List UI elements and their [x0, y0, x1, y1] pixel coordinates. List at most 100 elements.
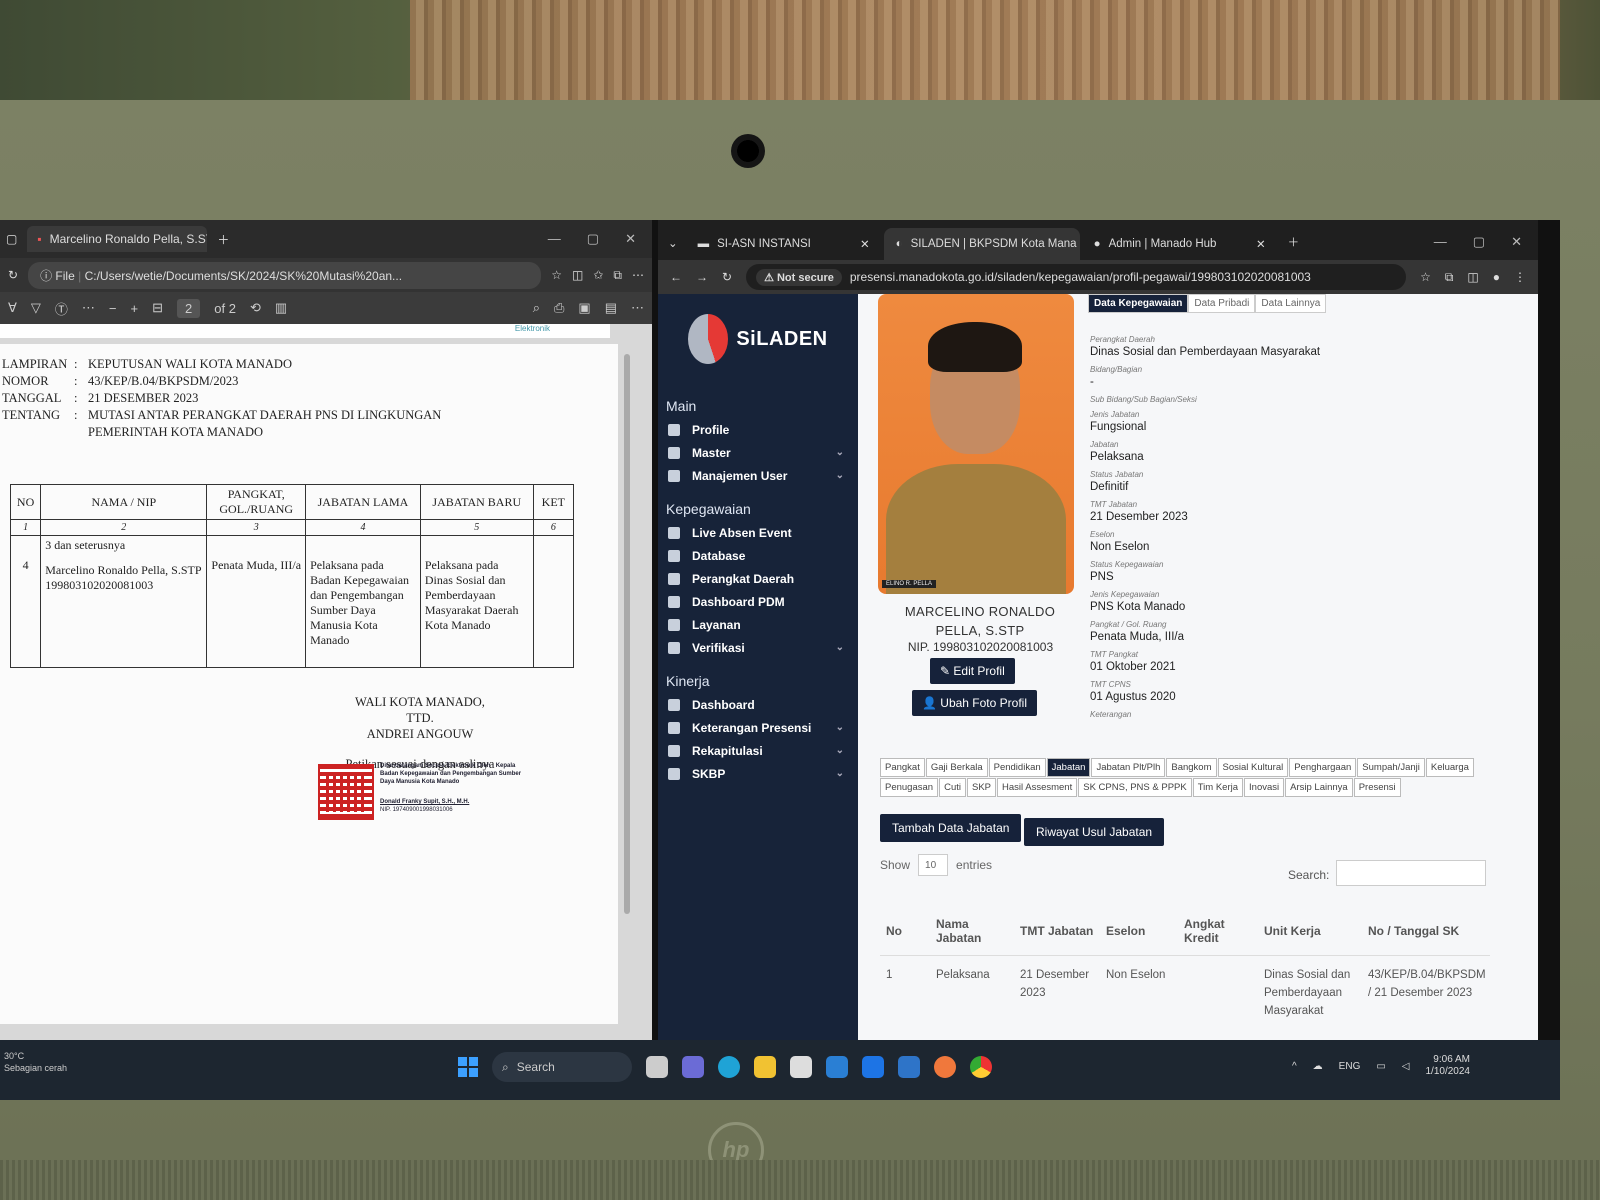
- refresh-icon[interactable]: ↻: [8, 268, 18, 282]
- filter-icon[interactable]: ▽: [31, 300, 41, 316]
- history-tab[interactable]: Arsip Lainnya: [1285, 778, 1353, 797]
- new-tab-icon[interactable]: ＋: [1280, 234, 1300, 260]
- pdf-url-field[interactable]: ⓘ File | C:/Users/wetie/Documents/SK/202…: [28, 261, 542, 289]
- history-tab[interactable]: Presensi: [1353, 778, 1401, 797]
- history-tab[interactable]: Bangkom: [1166, 758, 1217, 777]
- history-tab[interactable]: Keluarga: [1425, 758, 1474, 777]
- sidebar-item[interactable]: Database: [658, 544, 858, 567]
- zoom-in-icon[interactable]: +: [131, 301, 139, 316]
- menu-icon[interactable]: ⋮: [1514, 270, 1526, 284]
- save-as-icon[interactable]: ▤: [605, 300, 617, 316]
- address-bar[interactable]: ⚠ Not secure presensi.manadokota.go.id/s…: [746, 264, 1407, 290]
- chrome-icon[interactable]: [970, 1056, 992, 1078]
- browser-tab-active[interactable]: ◐SILADEN | BKPSDM Kota Mana✕: [883, 228, 1080, 260]
- history-tab[interactable]: Pangkat: [880, 758, 925, 777]
- file-explorer-icon[interactable]: [754, 1056, 776, 1078]
- windows-start-icon[interactable]: [458, 1057, 478, 1077]
- new-tab-icon[interactable]: ＋: [217, 231, 229, 248]
- tray-chevron-icon[interactable]: ^: [1292, 1061, 1297, 1072]
- more-icon[interactable]: ⋯: [632, 268, 644, 282]
- print-icon[interactable]: ⎙: [554, 300, 564, 316]
- browser-tab[interactable]: ● Admin | Manado Hub ✕: [1082, 228, 1278, 260]
- volume-icon[interactable]: ◁: [1402, 1061, 1410, 1072]
- save-icon[interactable]: ▣: [578, 300, 590, 316]
- sidebar-item[interactable]: Manajemen User ⌄: [658, 464, 858, 487]
- column-header[interactable]: No / Tanggal SK: [1362, 924, 1490, 938]
- favorite-icon[interactable]: ☆: [551, 268, 562, 282]
- sidebar-item[interactable]: Master ⌄: [658, 441, 858, 464]
- weather-widget[interactable]: 30°C Sebagian cerah: [4, 1050, 67, 1074]
- browser-tab[interactable]: ▬ SI-ASN INSTANSI ✕: [686, 228, 882, 260]
- sidebar-item[interactable]: Keterangan Presensi ⌄: [658, 716, 858, 739]
- chevron-down-icon[interactable]: ⌄: [836, 642, 858, 653]
- maximize-icon[interactable]: ▢: [1473, 234, 1485, 250]
- minimize-icon[interactable]: —: [548, 231, 561, 247]
- mail-icon[interactable]: [826, 1056, 848, 1078]
- close-tab-icon[interactable]: ✕: [1256, 237, 1266, 251]
- back-icon[interactable]: ←: [670, 270, 682, 284]
- history-tab[interactable]: Sosial Kultural: [1217, 758, 1289, 777]
- tab-actions-icon[interactable]: ▢: [6, 232, 17, 246]
- tab-data-lainnya[interactable]: Data Lainnya: [1255, 294, 1327, 313]
- zoom-out-icon[interactable]: −: [109, 301, 117, 316]
- sidebar-item[interactable]: Dashboard PDM: [658, 590, 858, 613]
- profile-icon[interactable]: ●: [1493, 270, 1500, 284]
- sidebar-item[interactable]: Verifikasi ⌄: [658, 636, 858, 659]
- favorites-icon[interactable]: ✩: [593, 268, 603, 282]
- history-tab[interactable]: Pendidikan: [988, 758, 1046, 777]
- history-tab[interactable]: SKP: [966, 778, 996, 797]
- collections-icon[interactable]: ⧉: [613, 268, 622, 283]
- split-screen-icon[interactable]: ◫: [572, 268, 583, 282]
- page-view-icon[interactable]: ▥: [275, 300, 287, 316]
- history-tab[interactable]: Gaji Berkala: [925, 758, 988, 777]
- app-icon[interactable]: [898, 1056, 920, 1078]
- store-icon[interactable]: [790, 1056, 812, 1078]
- highlight-icon[interactable]: ∀: [8, 300, 17, 316]
- sidebar-item[interactable]: SKBP ⌄: [658, 762, 858, 785]
- more-options-icon[interactable]: ⋯: [631, 300, 644, 316]
- cloud-icon[interactable]: ☁: [1313, 1061, 1323, 1072]
- sidebar-item[interactable]: Perangkat Daerah: [658, 567, 858, 590]
- column-header[interactable]: Angkat Kredit: [1178, 917, 1258, 945]
- chevron-down-icon[interactable]: ⌄: [836, 768, 858, 779]
- column-header[interactable]: Eselon: [1100, 924, 1178, 938]
- chevron-down-icon[interactable]: ⌄: [836, 447, 858, 458]
- position-history-button[interactable]: Riwayat Usul Jabatan: [1024, 818, 1165, 846]
- column-header[interactable]: Nama Jabatan: [930, 917, 1014, 945]
- siladen-logo[interactable]: SiLADEN: [658, 294, 858, 384]
- not-secure-badge[interactable]: ⚠ Not secure: [756, 268, 842, 286]
- history-tab[interactable]: Jabatan: [1046, 758, 1091, 777]
- entries-select[interactable]: 10: [918, 854, 949, 876]
- add-position-button[interactable]: Tambah Data Jabatan: [880, 814, 1022, 842]
- history-tab[interactable]: Penghargaan: [1289, 758, 1357, 777]
- sidebar-item[interactable]: Live Absen Event: [658, 521, 858, 544]
- taskbar-search[interactable]: ⌕ Search: [492, 1052, 632, 1082]
- text-icon[interactable]: Ⓣ: [55, 299, 68, 318]
- history-tab[interactable]: Jabatan Plt/Plh: [1091, 758, 1166, 777]
- fit-page-icon[interactable]: ⊟: [152, 300, 163, 316]
- chat-icon[interactable]: [682, 1056, 704, 1078]
- history-tab[interactable]: Penugasan: [880, 778, 939, 797]
- history-tab[interactable]: Hasil Assesment: [997, 778, 1078, 797]
- close-window-icon[interactable]: ✕: [1511, 234, 1522, 250]
- edit-profile-button[interactable]: ✎ Edit Profil: [930, 658, 1015, 684]
- column-header[interactable]: TMT Jabatan: [1014, 924, 1100, 938]
- reload-icon[interactable]: ↻: [722, 270, 732, 284]
- dropbox-icon[interactable]: [862, 1056, 884, 1078]
- sidebar-item[interactable]: Rekapitulasi ⌄: [658, 739, 858, 762]
- more-tools-icon[interactable]: ⋯: [82, 300, 95, 316]
- sidebar-item[interactable]: Layanan: [658, 613, 858, 636]
- edge-icon[interactable]: [718, 1056, 740, 1078]
- close-tab-icon[interactable]: ✕: [860, 237, 870, 251]
- sidebar-item[interactable]: Dashboard: [658, 693, 858, 716]
- chevron-down-icon[interactable]: ⌄: [836, 745, 858, 756]
- history-tab[interactable]: SK CPNS, PNS & PPPK: [1078, 778, 1192, 797]
- close-window-icon[interactable]: ✕: [625, 231, 636, 247]
- tab-list-icon[interactable]: ⌄: [666, 236, 684, 260]
- pdf-tab[interactable]: ▪ Marcelino Ronaldo Pella, S.STP.... ✕: [27, 226, 208, 252]
- side-panel-icon[interactable]: ◫: [1467, 270, 1478, 284]
- tab-data-kepegawaian[interactable]: Data Kepegawaian: [1088, 294, 1189, 313]
- minimize-icon[interactable]: —: [1434, 234, 1447, 250]
- firefox-icon[interactable]: [934, 1056, 956, 1078]
- tab-data-pribadi[interactable]: Data Pribadi: [1188, 294, 1256, 313]
